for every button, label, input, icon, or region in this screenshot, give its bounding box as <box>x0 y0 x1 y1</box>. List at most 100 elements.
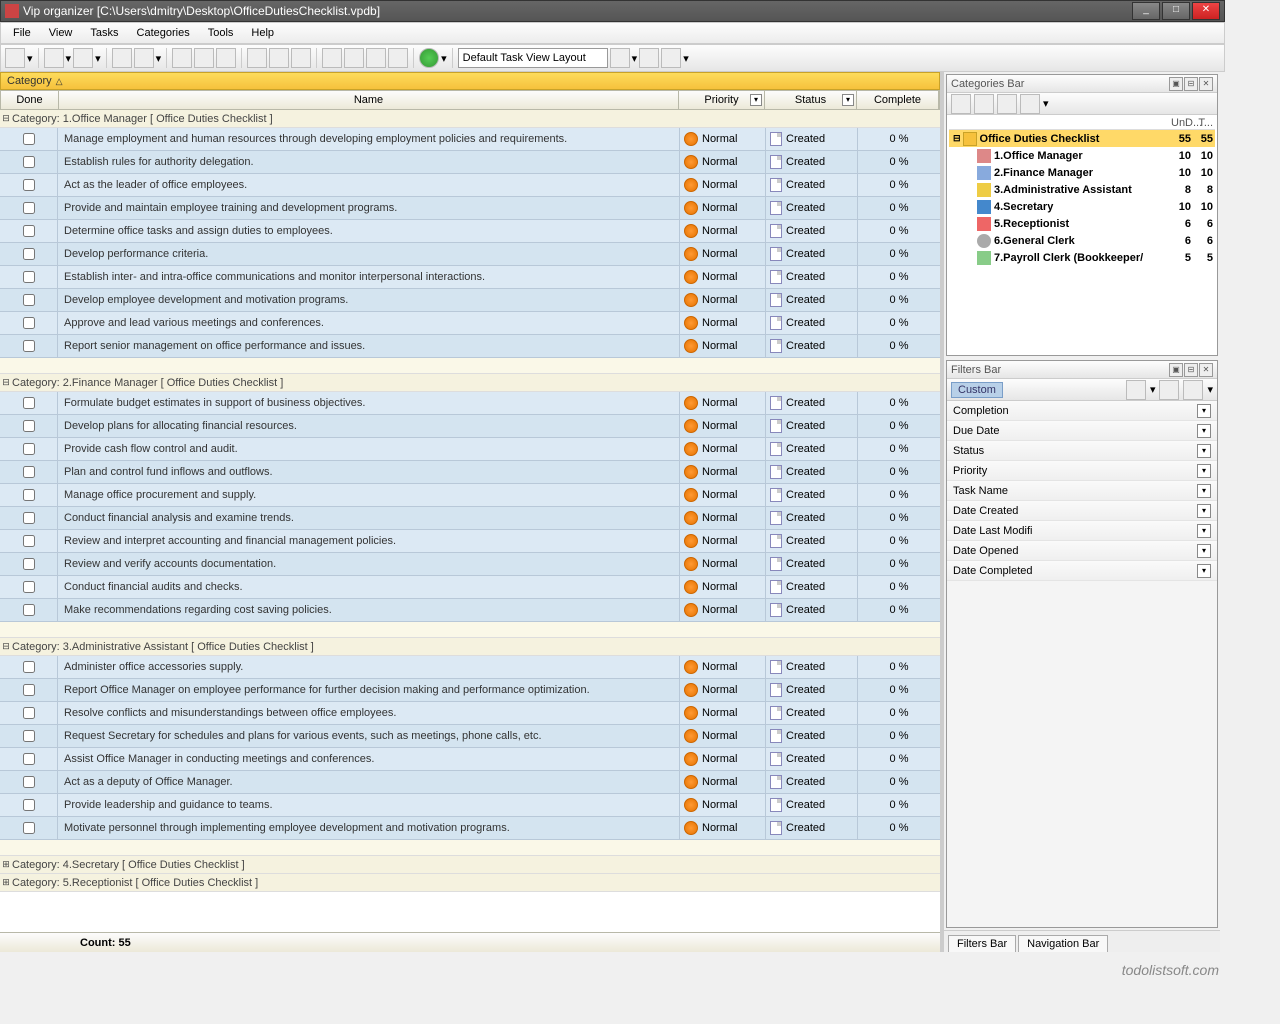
panel-toolbar-button[interactable] <box>951 94 971 114</box>
done-checkbox[interactable] <box>23 179 35 191</box>
done-checkbox[interactable] <box>23 420 35 432</box>
toolbar-button[interactable] <box>134 48 154 68</box>
task-row[interactable]: Report Office Manager on employee perfor… <box>0 679 940 702</box>
layout-selector[interactable]: Default Task View Layout <box>458 48 608 68</box>
panel-toolbar-button[interactable] <box>1020 94 1040 114</box>
task-row[interactable]: Resolve conflicts and misunderstandings … <box>0 702 940 725</box>
tree-item[interactable]: 1.Office Manager1010 <box>949 147 1215 164</box>
menu-tasks[interactable]: Tasks <box>82 25 126 41</box>
done-checkbox[interactable] <box>23 558 35 570</box>
dropdown-icon[interactable]: ▾ <box>1197 524 1211 538</box>
task-row[interactable]: Provide cash flow control and audit.Norm… <box>0 438 940 461</box>
col-done[interactable]: Done <box>1 91 59 109</box>
expand-icon[interactable]: ⊞ <box>0 859 12 870</box>
col-complete[interactable]: Complete <box>857 91 939 109</box>
done-checkbox[interactable] <box>23 753 35 765</box>
dropdown-icon[interactable]: ▾ <box>1197 444 1211 458</box>
task-row[interactable]: Administer office accessories supply.Nor… <box>0 656 940 679</box>
dropdown-icon[interactable]: ▾ <box>1197 464 1211 478</box>
filter-custom-select[interactable]: Custom <box>951 382 1003 398</box>
task-row[interactable]: Review and verify accounts documentation… <box>0 553 940 576</box>
dropdown-icon[interactable]: ▾ <box>1197 544 1211 558</box>
task-row[interactable]: Conduct financial audits and checks.Norm… <box>0 576 940 599</box>
menu-tools[interactable]: Tools <box>200 25 242 41</box>
done-checkbox[interactable] <box>23 661 35 673</box>
done-checkbox[interactable] <box>23 248 35 260</box>
group-header[interactable]: Category △ <box>0 72 940 90</box>
toolbar-button[interactable] <box>112 48 132 68</box>
toolbar-button[interactable] <box>172 48 192 68</box>
panel-toolbar-button[interactable] <box>997 94 1017 114</box>
toolbar-button[interactable] <box>322 48 342 68</box>
done-checkbox[interactable] <box>23 443 35 455</box>
tree-item[interactable]: 2.Finance Manager1010 <box>949 164 1215 181</box>
menu-file[interactable]: File <box>5 25 39 41</box>
menu-view[interactable]: View <box>41 25 81 41</box>
done-checkbox[interactable] <box>23 489 35 501</box>
done-checkbox[interactable] <box>23 822 35 834</box>
task-row[interactable]: Act as the leader of office employees.No… <box>0 174 940 197</box>
done-checkbox[interactable] <box>23 581 35 593</box>
filter-toolbar-button[interactable] <box>1183 380 1203 400</box>
tree-item[interactable]: 6.General Clerk66 <box>949 232 1215 249</box>
task-row[interactable]: Assist Office Manager in conducting meet… <box>0 748 940 771</box>
filter-item[interactable]: Completion▾ <box>947 401 1217 421</box>
toolbar-button[interactable] <box>610 48 630 68</box>
toolbar-button[interactable] <box>44 48 64 68</box>
done-checkbox[interactable] <box>23 294 35 306</box>
tree-item[interactable]: 3.Administrative Assistant88 <box>949 181 1215 198</box>
done-checkbox[interactable] <box>23 317 35 329</box>
panel-close-button[interactable]: ✕ <box>1199 363 1213 377</box>
toolbar-button[interactable] <box>639 48 659 68</box>
task-row[interactable]: Develop employee development and motivat… <box>0 289 940 312</box>
toolbar-button[interactable] <box>73 48 93 68</box>
task-row[interactable]: Provide and maintain employee training a… <box>0 197 940 220</box>
task-row[interactable]: Manage employment and human resources th… <box>0 128 940 151</box>
category-row[interactable]: ⊟Category: 3.Administrative Assistant [ … <box>0 638 940 656</box>
category-row[interactable]: ⊟Category: 2.Finance Manager [ Office Du… <box>0 374 940 392</box>
done-checkbox[interactable] <box>23 271 35 283</box>
filter-item[interactable]: Task Name▾ <box>947 481 1217 501</box>
task-row[interactable]: Plan and control fund inflows and outflo… <box>0 461 940 484</box>
done-checkbox[interactable] <box>23 684 35 696</box>
done-checkbox[interactable] <box>23 225 35 237</box>
titlebar[interactable]: Vip organizer [C:\Users\dmitry\Desktop\O… <box>0 0 1225 22</box>
filter-item[interactable]: Status▾ <box>947 441 1217 461</box>
task-row[interactable]: Manage office procurement and supply.Nor… <box>0 484 940 507</box>
toolbar-button[interactable] <box>194 48 214 68</box>
tree-root[interactable]: ⊟Office Duties Checklist5555 <box>949 130 1215 147</box>
done-checkbox[interactable] <box>23 512 35 524</box>
minimize-button[interactable]: _ <box>1132 2 1160 20</box>
toolbar-button[interactable] <box>269 48 289 68</box>
task-row[interactable]: Provide leadership and guidance to teams… <box>0 794 940 817</box>
done-checkbox[interactable] <box>23 202 35 214</box>
task-row[interactable]: Develop plans for allocating financial r… <box>0 415 940 438</box>
toolbar-button[interactable] <box>419 48 439 68</box>
tree-item[interactable]: 5.Receptionist66 <box>949 215 1215 232</box>
done-checkbox[interactable] <box>23 604 35 616</box>
filter-dropdown-icon[interactable]: ▾ <box>842 94 854 106</box>
toolbar-button[interactable] <box>366 48 386 68</box>
task-row[interactable]: Motivate personnel through implementing … <box>0 817 940 840</box>
toolbar-button[interactable] <box>5 48 25 68</box>
dropdown-icon[interactable]: ▾ <box>1197 424 1211 438</box>
filter-item[interactable]: Date Opened▾ <box>947 541 1217 561</box>
category-row[interactable]: ⊞Category: 4.Secretary [ Office Duties C… <box>0 856 940 874</box>
task-row[interactable]: Review and interpret accounting and fina… <box>0 530 940 553</box>
menu-help[interactable]: Help <box>243 25 282 41</box>
expand-icon[interactable]: ⊞ <box>0 877 12 888</box>
done-checkbox[interactable] <box>23 730 35 742</box>
toolbar-button[interactable] <box>291 48 311 68</box>
task-row[interactable]: Request Secretary for schedules and plan… <box>0 725 940 748</box>
expand-icon[interactable]: ⊟ <box>0 641 12 652</box>
task-row[interactable]: Determine office tasks and assign duties… <box>0 220 940 243</box>
task-row[interactable]: Develop performance criteria.NormalCreat… <box>0 243 940 266</box>
filter-item[interactable]: Date Last Modifi▾ <box>947 521 1217 541</box>
task-row[interactable]: Act as a deputy of Office Manager.Normal… <box>0 771 940 794</box>
filter-toolbar-button[interactable] <box>1159 380 1179 400</box>
category-row[interactable]: ⊟Category: 1.Office Manager [ Office Dut… <box>0 110 940 128</box>
bottom-tab[interactable]: Filters Bar <box>948 935 1016 952</box>
done-checkbox[interactable] <box>23 156 35 168</box>
toolbar-button[interactable] <box>247 48 267 68</box>
panel-restore-button[interactable]: ▣ <box>1169 363 1183 377</box>
